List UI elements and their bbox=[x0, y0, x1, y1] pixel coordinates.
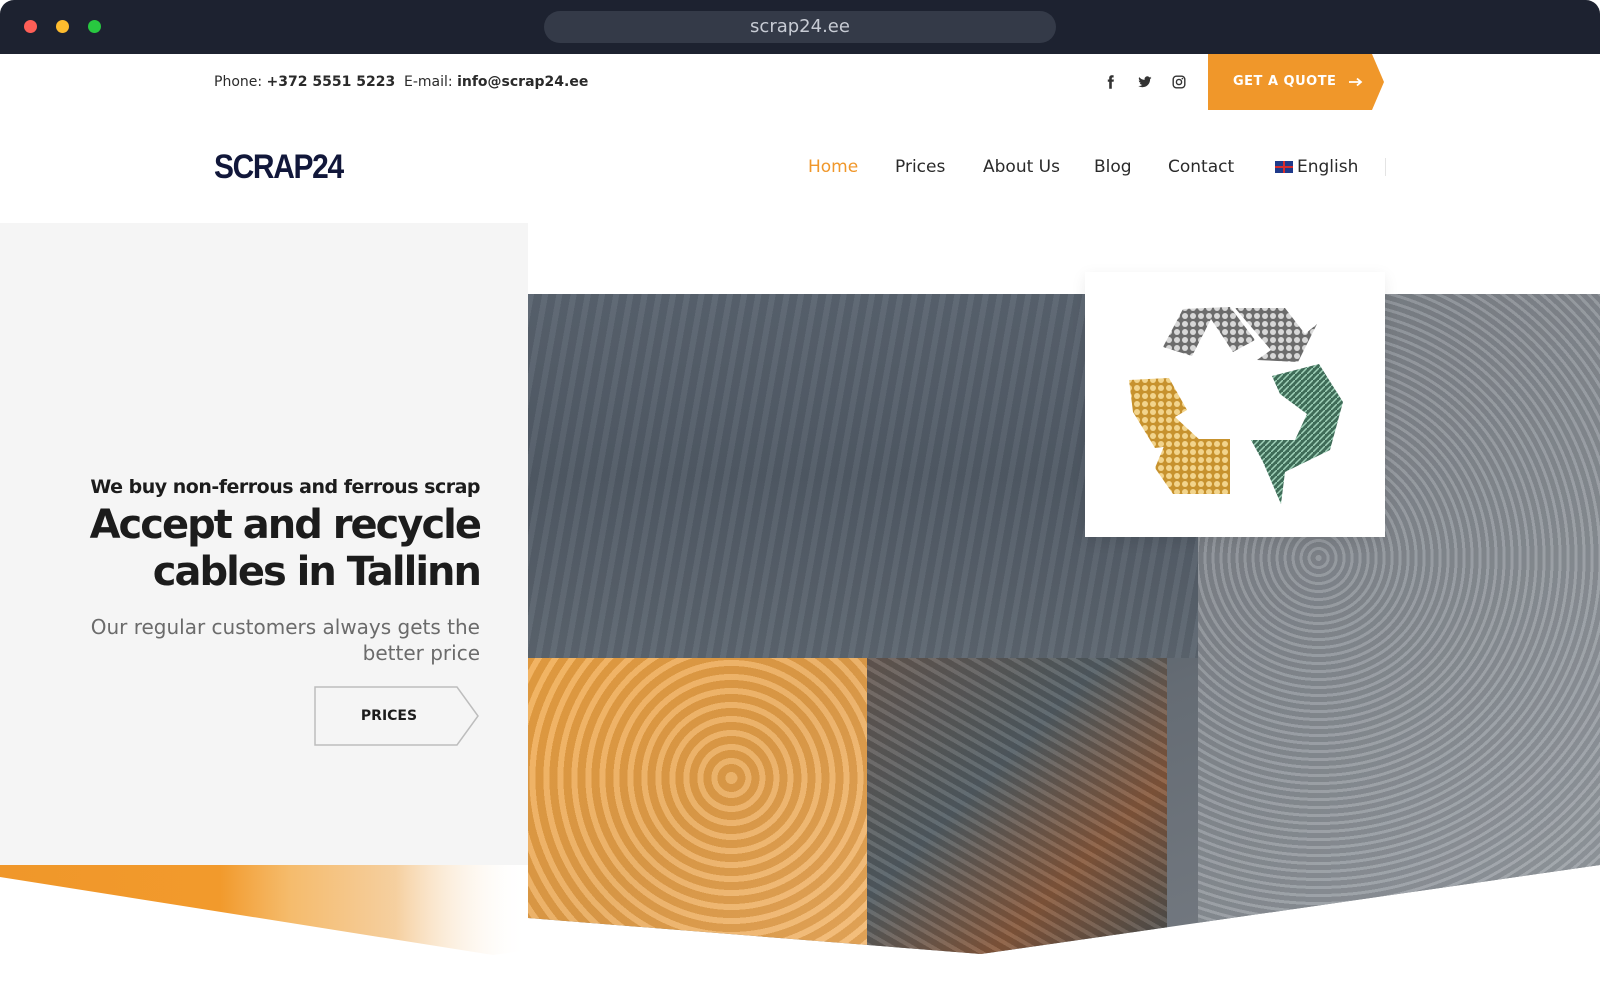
nav-item-blog[interactable]: Blog bbox=[1094, 156, 1132, 178]
email-label: E-mail: bbox=[404, 74, 453, 90]
nav-item-prices[interactable]: Prices bbox=[895, 156, 945, 178]
maximize-window-button[interactable] bbox=[88, 20, 101, 33]
hero-title-line-1: Accept and recycle bbox=[89, 502, 482, 548]
browser-chrome: scrap24.ee bbox=[0, 0, 1600, 54]
get-a-quote-button[interactable]: GET A QUOTE bbox=[1208, 54, 1384, 110]
instagram-icon[interactable] bbox=[1172, 75, 1186, 89]
email-link[interactable]: info@scrap24.ee bbox=[457, 74, 588, 90]
nav-item-about-us[interactable]: About Us bbox=[983, 156, 1060, 178]
orange-swoosh-decoration bbox=[0, 865, 880, 955]
nav-item-home[interactable]: Home bbox=[808, 156, 858, 178]
prices-button-label: PRICES bbox=[360, 708, 418, 724]
facebook-icon[interactable] bbox=[1104, 75, 1118, 89]
address-bar[interactable]: scrap24.ee bbox=[544, 11, 1056, 43]
nav-divider bbox=[1385, 158, 1386, 176]
phone-link[interactable]: +372 5551 5223 bbox=[267, 74, 396, 90]
arrow-right-icon bbox=[1349, 77, 1363, 86]
close-window-button[interactable] bbox=[24, 20, 37, 33]
language-label: English bbox=[1297, 157, 1359, 177]
minimize-window-button[interactable] bbox=[56, 20, 69, 33]
uk-flag-icon bbox=[1275, 161, 1293, 173]
site-logo[interactable]: SCRAP24 bbox=[214, 148, 344, 187]
language-selector[interactable]: English bbox=[1275, 156, 1358, 178]
hero-description: Our regular customers always gets the be… bbox=[90, 615, 480, 665]
hero-image-collage bbox=[528, 294, 1600, 954]
prices-button[interactable]: PRICES bbox=[314, 686, 479, 746]
nav-item-contact[interactable]: Contact bbox=[1168, 156, 1234, 178]
phone-contact: Phone: +372 5551 5223 bbox=[214, 54, 395, 111]
twitter-icon[interactable] bbox=[1138, 75, 1152, 89]
recycle-icon bbox=[1129, 307, 1343, 504]
phone-label: Phone: bbox=[214, 74, 263, 90]
email-contact: E-mail: info@scrap24.ee bbox=[404, 54, 588, 111]
hero-subtitle: We buy non-ferrous and ferrous scrap bbox=[90, 476, 480, 498]
hero-title-line-2: cables in Tallinn bbox=[152, 549, 482, 595]
get-a-quote-label: GET A QUOTE bbox=[1233, 74, 1337, 89]
recycle-logo-card bbox=[1085, 272, 1385, 537]
hero-title: Accept and recycle cables in Tallinn bbox=[20, 502, 482, 596]
